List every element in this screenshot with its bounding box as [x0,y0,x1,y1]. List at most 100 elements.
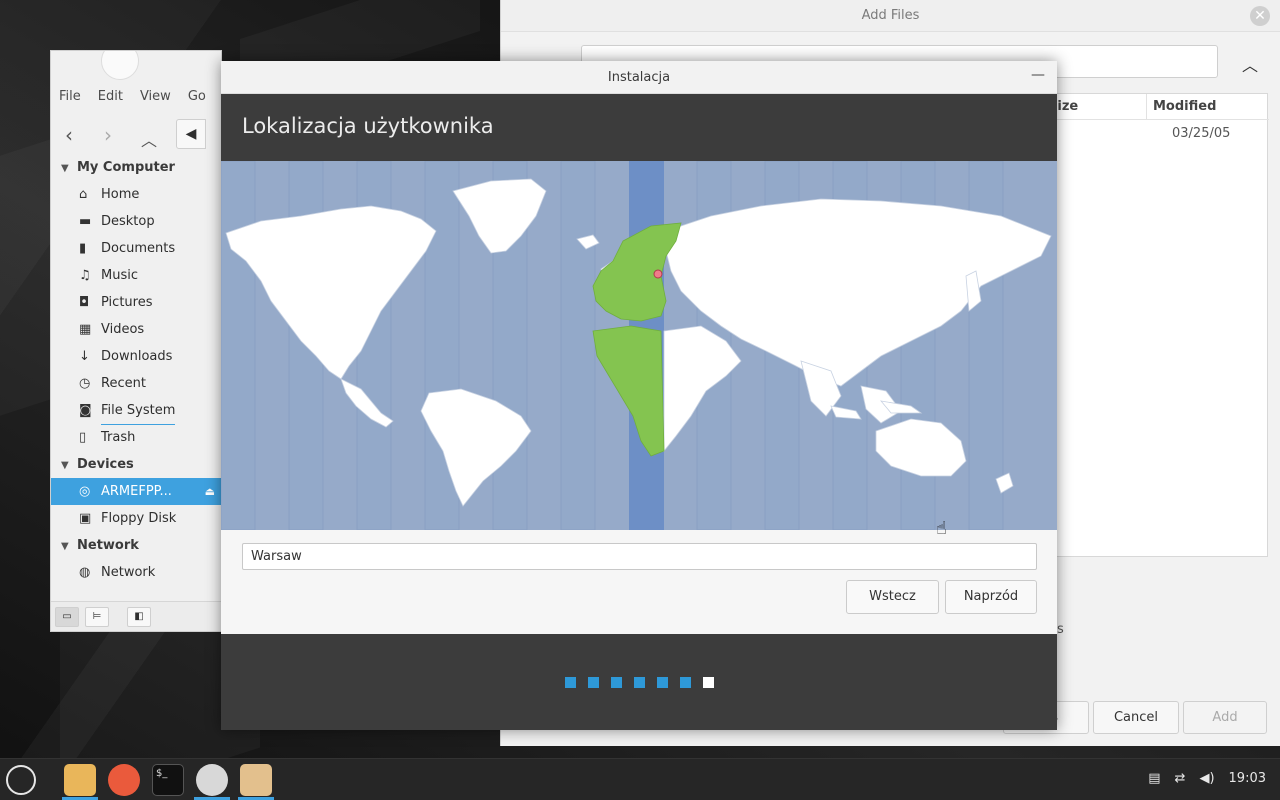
file-modified-date: 03/25/05 [1172,126,1231,141]
back-icon[interactable]: ‹ [65,123,73,147]
sidebar-item-label: Floppy Disk [101,511,177,526]
archive-icon[interactable] [240,764,272,796]
add-files-title: Add Files [861,8,920,23]
back-button[interactable]: Wstecz [846,580,939,614]
network-icon[interactable]: ⇄ [1175,771,1186,786]
folder-view-icon[interactable]: ▭ [55,607,79,627]
path-toggle-button[interactable]: ◀ [176,119,206,149]
sidebar-item-file-system[interactable]: ◙ File System [51,397,221,425]
menu-go[interactable]: Go [188,89,206,104]
file-manager-window: File Edit View Go Bo ‹ › ︿ ◀ ▼My Compute… [50,50,222,632]
globe-icon: ◍ [79,565,91,580]
sidebar-item-desktop[interactable]: ▬ Desktop [51,208,221,235]
sidebar-item-label: Pictures [101,295,153,310]
sidebar-item-label: ARMEFPP... [101,484,172,499]
sidebar-item-floppy[interactable]: ▣ Floppy Disk [51,505,221,532]
avatar [101,51,139,80]
column-header-modified[interactable]: Modified [1147,94,1269,120]
download-icon: ↓ [79,349,90,364]
disc-icon[interactable] [196,764,228,796]
sidebar-item-trash[interactable]: ▯ Trash [51,424,221,451]
floppy-icon: ▣ [79,511,92,526]
close-icon[interactable]: ✕ [1250,6,1270,26]
location-marker-icon[interactable] [653,269,663,279]
firefox-icon[interactable] [108,764,140,796]
step-dot [634,677,645,688]
installer-footer [221,634,1057,730]
tree-view-icon[interactable]: ⊨ [85,607,109,627]
clock-icon: ◷ [79,376,91,391]
add-files-titlebar: Add Files [501,0,1280,32]
next-button[interactable]: Naprzód [945,580,1037,614]
terminal-icon[interactable]: $_ [152,764,184,796]
eject-icon[interactable]: ⏏ [205,478,215,505]
system-tray: ▤ ⇄ ◀) 19:03 [1148,771,1266,786]
notes-icon[interactable]: ▤ [1148,771,1160,786]
sidebar-item-home[interactable]: ⌂ Home [51,181,221,208]
sidebar-item-music[interactable]: ♫ Music [51,262,221,289]
sidebar-item-label: Downloads [101,349,173,364]
step-progress [565,677,726,688]
menu-file[interactable]: File [59,89,81,104]
sidebar-item-label: Trash [101,430,136,445]
trash-icon: ▯ [79,430,87,445]
sidebar-item-cdrom[interactable]: ◎ ARMEFPP... ⏏ [51,478,221,505]
installer-title: Instalacja [607,69,671,85]
sidebar-section-devices[interactable]: ▼ Devices [51,451,221,478]
sidebar-item-label: Videos [101,322,145,337]
page-title: Lokalizacja użytkownika [242,114,494,138]
sidebar-item-label: File System [101,397,176,425]
taskbar: $_ ▤ ⇄ ◀) 19:03 [0,758,1280,800]
navigation-toolbar: ‹ › ︿ ◀ [51,119,221,153]
installer-header: Lokalizacja użytkownika [221,94,1057,161]
sidebar-item-pictures[interactable]: ◘ Pictures [51,289,221,316]
column-header-size[interactable]: Size [1042,94,1147,120]
toggle-sidebar-icon[interactable]: ◧ [127,607,151,627]
sidebar: ▼ My Computer ⌂ Home ▬ Desktop ▮ Documents ♫… [51,154,221,586]
file-list[interactable]: Size Modified 03/25/05 [1041,93,1269,557]
sidebar-item-label: Documents [101,241,176,256]
sidebar-item-downloads[interactable]: ↓ Downloads [51,343,221,370]
section-label: Network [77,538,139,553]
chevron-up-icon[interactable]: ︿ [1242,52,1258,76]
minimize-icon[interactable]: — [1031,67,1045,83]
section-label: Devices [77,457,134,472]
drive-icon: ◙ [79,403,92,418]
menu-view[interactable]: View [140,89,171,104]
sidebar-item-label: Network [101,565,156,580]
document-icon: ▮ [79,241,87,256]
film-icon: ▦ [79,322,92,337]
sidebar-item-label: Home [101,187,140,202]
volume-icon[interactable]: ◀) [1199,771,1214,786]
world-map[interactable] [221,161,1057,530]
forward-icon[interactable]: › [104,123,112,147]
step-dot [611,677,622,688]
sidebar-section-my-computer[interactable]: ▼ My Computer [51,154,221,181]
clock[interactable]: 19:03 [1229,771,1266,786]
installer-titlebar: Instalacja [221,61,1057,94]
location-input[interactable]: Warsaw [242,543,1037,570]
sidebar-section-network[interactable]: ▼ Network [51,532,221,559]
add-button[interactable]: Add [1183,701,1267,734]
menu-edit[interactable]: Edit [98,89,123,104]
step-dot [680,677,691,688]
files-icon[interactable] [64,764,96,796]
mint-menu-icon[interactable] [6,765,36,795]
cancel-button[interactable]: Cancel [1093,701,1179,734]
up-icon[interactable]: ︿ [141,127,157,151]
sidebar-item-documents[interactable]: ▮ Documents [51,235,221,262]
home-icon: ⌂ [79,187,88,202]
menu-bar: File Edit View Go Bo [59,89,221,104]
timezone-map[interactable] [221,161,1057,530]
step-dot-current [703,677,714,688]
camera-icon: ◘ [79,295,90,310]
sidebar-item-recent[interactable]: ◷ Recent [51,370,221,397]
status-bar: ▭ ⊨ ◧ [51,601,221,631]
desktop-icon: ▬ [79,214,92,229]
sidebar-item-network[interactable]: ◍ Network [51,559,221,586]
sidebar-item-videos[interactable]: ▦ Videos [51,316,221,343]
hand-cursor-icon: ☝ [936,518,947,539]
sidebar-item-label: Music [101,268,138,283]
sidebar-item-label: Recent [101,376,146,391]
step-dot [565,677,576,688]
